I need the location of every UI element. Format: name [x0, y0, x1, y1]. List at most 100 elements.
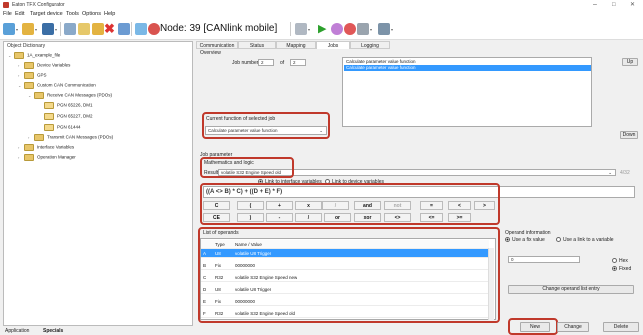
- chevron-down-icon[interactable]: ▾: [370, 27, 372, 32]
- delete-button[interactable]: Delete: [603, 322, 639, 332]
- new-file-icon[interactable]: [3, 23, 15, 35]
- tab-communication[interactable]: Communication: [196, 41, 238, 49]
- title-bar: Eaton TFX Configurator – □ ✕: [0, 0, 643, 10]
- menu-edit[interactable]: Edit: [15, 11, 24, 17]
- folder-icon: [24, 82, 34, 89]
- up-button[interactable]: Up: [622, 58, 638, 66]
- paste-icon[interactable]: [92, 23, 104, 35]
- tree-item-pgn-65227[interactable]: PGN 65227, DM2: [44, 113, 93, 121]
- message-icon: [44, 102, 54, 109]
- folder-icon: [24, 62, 34, 69]
- job-number-label: Job number: [232, 60, 259, 66]
- highlight-box: [198, 227, 500, 323]
- delete-icon[interactable]: ✖: [104, 22, 116, 35]
- open-folder-icon[interactable]: [22, 23, 34, 35]
- tab-bar: Communication Status Mapping Jobs Loggin…: [196, 41, 636, 49]
- monitor-icon[interactable]: [357, 23, 369, 35]
- radio-icon: [612, 266, 617, 272]
- folder-icon: [14, 52, 24, 59]
- menu-help[interactable]: Help: [104, 11, 115, 17]
- tree-item-device-variables[interactable]: › Device Variables: [18, 62, 70, 70]
- app-icon: [3, 2, 9, 8]
- of-label: of: [280, 60, 285, 66]
- chevron-down-icon[interactable]: ▾: [308, 27, 310, 32]
- folder-icon: [24, 154, 34, 161]
- tree-item-transmit-can[interactable]: › Transmit CAN Messages (PDOs): [28, 134, 113, 142]
- folder-icon: [34, 134, 44, 141]
- highlight-box: [200, 183, 500, 225]
- minimize-button[interactable]: –: [593, 1, 597, 9]
- change-operand-button[interactable]: Change operand list entry: [508, 285, 634, 294]
- folder-icon: [24, 72, 34, 79]
- toolbar-divider: [290, 22, 291, 36]
- radio-icon: [612, 258, 617, 264]
- radio-icon: [505, 237, 510, 243]
- job-number-field[interactable]: 2: [258, 59, 274, 66]
- bottom-tabs: Application Specials: [3, 326, 193, 335]
- tab-jobs[interactable]: Jobs: [316, 41, 350, 49]
- radio-fix-value[interactable]: Use a fix value: [505, 237, 545, 243]
- cut-icon[interactable]: [64, 23, 76, 35]
- radio-fixed[interactable]: Fixed: [612, 266, 631, 272]
- tab-mapping[interactable]: Mapping: [276, 41, 316, 49]
- tree-item-receive-can[interactable]: ⌄ Receive CAN Messages (PDOs): [28, 92, 112, 100]
- down-button[interactable]: Down: [620, 131, 638, 139]
- tree-item-pgn-61444[interactable]: PGN 61444: [44, 124, 81, 132]
- jobs-list[interactable]: Calculate parameter value function Calcu…: [342, 57, 592, 127]
- radio-icon: [556, 237, 561, 243]
- tab-status[interactable]: Status: [238, 41, 276, 49]
- tab-specials[interactable]: Specials: [43, 328, 63, 334]
- app-title: Eaton TFX Configurator: [12, 2, 65, 8]
- menu-file[interactable]: File: [3, 11, 12, 17]
- object-dictionary-panel: Object Dictionary ⌄ 1A_example_file › Devi…: [3, 41, 193, 326]
- connect-icon[interactable]: [135, 23, 147, 35]
- node-label: Node: 39 [CANlink mobile]: [160, 23, 278, 34]
- result-size: 4/32: [620, 170, 630, 176]
- chevron-down-icon[interactable]: ▾: [55, 27, 57, 32]
- settings-icon[interactable]: [378, 23, 390, 35]
- tree-item-root[interactable]: ⌄ 1A_example_file: [8, 52, 60, 60]
- panel-header: Object Dictionary: [7, 43, 46, 49]
- device-icon[interactable]: [148, 23, 160, 35]
- chevron-down-icon[interactable]: ▾: [35, 27, 37, 32]
- highlight-box: [200, 157, 294, 178]
- tab-application[interactable]: Application: [5, 328, 29, 334]
- download-icon[interactable]: [331, 23, 343, 35]
- chevron-down-icon[interactable]: ▾: [391, 27, 393, 32]
- copy-icon[interactable]: [78, 23, 90, 35]
- tab-logging[interactable]: Logging: [350, 41, 390, 49]
- tree-item-operation-manager[interactable]: › Operation Manager: [18, 154, 76, 162]
- close-button[interactable]: ✕: [630, 1, 635, 9]
- list-item[interactable]: Calculate parameter value function: [344, 65, 591, 71]
- play-icon[interactable]: ▶: [318, 23, 330, 35]
- change-button[interactable]: Change: [557, 322, 589, 332]
- menu-target-device[interactable]: Target device: [30, 11, 63, 17]
- toolbar-divider: [60, 22, 61, 36]
- tree-item-pgn-65226[interactable]: PGN 65226, DM1: [44, 102, 93, 110]
- radio-hex[interactable]: Hex: [612, 258, 628, 264]
- highlight-box: [508, 318, 558, 335]
- menu-bar: File Edit Target device Tools Options He…: [0, 10, 643, 18]
- operand-info-label: Operand information: [505, 230, 551, 236]
- folder-icon: [34, 92, 44, 99]
- maximize-button[interactable]: □: [612, 1, 616, 9]
- toolbar: ▾ ▾ ▾ ✖ Node: 39 [CANlink mobile] ▾ ▶ ▾ …: [0, 18, 643, 40]
- export-icon[interactable]: [295, 23, 307, 35]
- tree-item-interface-variables[interactable]: › Interface Variables: [18, 144, 74, 152]
- overview-label: Overview: [200, 50, 221, 56]
- message-icon: [44, 113, 54, 120]
- tree-item-custom-can[interactable]: ⌄ Custom CAN Communication: [18, 82, 96, 90]
- save-icon[interactable]: [42, 23, 54, 35]
- radio-link-variable[interactable]: Use a link to a variable: [556, 237, 614, 243]
- stop-icon[interactable]: [344, 23, 356, 35]
- job-total-field: 2: [290, 59, 306, 66]
- operand-value-field[interactable]: 0: [508, 256, 580, 263]
- menu-options[interactable]: Options: [82, 11, 101, 17]
- menu-tools[interactable]: Tools: [66, 11, 79, 17]
- toolbar-divider: [131, 22, 132, 36]
- chevron-down-icon[interactable]: ▾: [16, 27, 18, 32]
- highlight-box: [202, 112, 330, 139]
- folder-icon: [24, 144, 34, 151]
- search-icon[interactable]: [118, 23, 130, 35]
- tree-item-gps[interactable]: › GPS: [18, 72, 47, 80]
